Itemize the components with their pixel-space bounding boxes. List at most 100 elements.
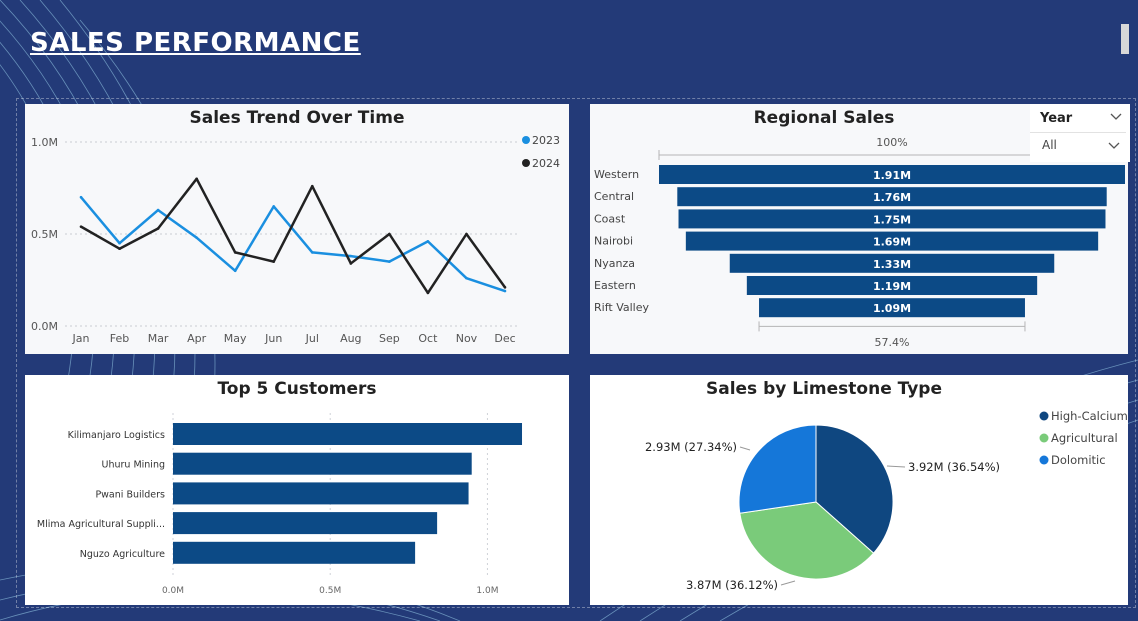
year-slicer-title: Year (1040, 111, 1073, 126)
legend-label: High-Calcium (1051, 409, 1128, 423)
pie-leader-line (780, 580, 796, 586)
funnel-bar-label: 1.75M (873, 213, 911, 226)
customer-bar (173, 423, 523, 445)
funnel-category-label: Western (594, 168, 639, 181)
y-tick-label: 1.0M (31, 136, 58, 149)
legend-marker (1039, 433, 1049, 443)
x-tick-label: Jun (264, 332, 282, 345)
customer-label: Mlima Agricultural Suppli... (37, 519, 165, 530)
legend-marker (1039, 455, 1049, 465)
year-slicer[interactable]: Year All (1030, 104, 1130, 162)
funnel-category-label: Nairobi (594, 235, 633, 248)
pie-leader-line (739, 446, 751, 451)
data-point (503, 286, 507, 289)
customer-bar (173, 541, 416, 564)
data-point (195, 236, 198, 239)
funnel-bottom-label: 57.4% (875, 336, 910, 349)
x-tick-label: Oct (418, 332, 438, 345)
pie-slice-dolomitic (738, 424, 817, 514)
customer-bar (173, 512, 438, 535)
top-customers-panel[interactable]: Top 5 Customers 0.0M 0.5M 1.0M Kilimanjaro … (25, 375, 569, 605)
funnel-bar-label: 1.33M (873, 258, 911, 271)
data-point (349, 254, 353, 258)
data-point (426, 240, 430, 243)
y-tick-label: 0.0M (31, 320, 58, 333)
funnel-category-label: Rift Valley (594, 301, 649, 314)
legend-label: Agricultural (1051, 431, 1118, 445)
legend-marker (522, 159, 530, 167)
sales-trend-panel[interactable]: Sales Trend Over Time 1.0M 0.5M 0.0M Jan Feb… (25, 104, 569, 354)
x-tick-label: 0.0M (162, 586, 184, 596)
customer-label: Pwani Builders (95, 489, 165, 500)
x-tick-label: 1.0M (476, 586, 498, 596)
funnel-top-label: 100% (876, 136, 907, 149)
data-point (349, 262, 353, 265)
x-tick-label: Mar (148, 332, 169, 345)
data-point (388, 260, 391, 263)
customer-label: Kilimanjaro Logistics (68, 430, 165, 441)
data-point (79, 225, 83, 228)
x-tick-label: Jul (305, 332, 319, 345)
data-point (310, 184, 314, 188)
data-point (272, 260, 276, 263)
funnel-category-label: Coast (594, 212, 626, 225)
pie-data-label: 2.93M (27.34%) (645, 440, 737, 454)
customer-bar (173, 452, 472, 475)
data-point (503, 289, 507, 293)
data-point (310, 251, 314, 254)
funnel-category-label: Central (594, 190, 634, 203)
chevron-down-icon[interactable] (1108, 139, 1120, 151)
legend-marker (1039, 411, 1049, 421)
data-point (233, 269, 237, 273)
pie-data-label: 3.92M (36.54%) (908, 460, 1000, 474)
limestone-panel[interactable]: Sales by Limestone Type 3.92M (36.54%) 3.… (590, 375, 1128, 605)
data-point (118, 247, 121, 251)
series-line-2024 (80, 177, 507, 295)
x-tick-label: 0.5M (319, 586, 341, 596)
top-customers-chart: 0.0M 0.5M 1.0M Kilimanjaro Logistics Uhuru M… (37, 413, 523, 596)
funnel-bar-label: 1.69M (873, 236, 911, 249)
x-tick-label: Dec (494, 332, 515, 345)
data-point (195, 177, 198, 181)
funnel-bar-label: 1.76M (873, 191, 911, 204)
x-tick-label: Apr (187, 332, 207, 345)
series-line-2023 (80, 196, 506, 293)
funnel-bar-label: 1.19M (873, 280, 911, 293)
data-point (272, 205, 276, 208)
data-point (233, 251, 237, 254)
dashboard-title: SALES PERFORMANCE (30, 28, 361, 58)
funnel-bar-label: 1.91M (873, 169, 911, 182)
data-point (465, 276, 468, 280)
funnel-category-label: Eastern (594, 279, 636, 292)
data-point (426, 291, 430, 295)
customer-bar (173, 482, 469, 505)
x-tick-label: Nov (456, 332, 478, 345)
y-tick-label: 0.5M (31, 228, 58, 241)
x-tick-label: Sep (379, 332, 400, 345)
data-point (118, 241, 121, 245)
year-dropdown-value: All (1042, 138, 1057, 152)
data-point (388, 232, 391, 236)
legend-label: 2023 (532, 134, 560, 147)
data-point (156, 208, 160, 212)
year-dropdown[interactable]: All (1030, 132, 1126, 157)
sales-trend-chart: 1.0M 0.5M 0.0M Jan Feb Mar Apr May Jun Jul Aug Sep O… (31, 134, 560, 345)
pie-leader-line (886, 465, 906, 468)
data-point (156, 227, 160, 230)
limestone-pie-chart: 3.92M (36.54%) 3.87M (36.12%) 2.93M (27.34… (645, 409, 1128, 592)
scrollbar-handle[interactable] (1121, 24, 1129, 54)
customer-label: Nguzo Agriculture (80, 549, 165, 560)
x-tick-label: Jan (72, 332, 90, 345)
legend-label: Dolomitic (1051, 453, 1106, 467)
legend-label: 2024 (532, 157, 560, 170)
x-tick-label: Feb (110, 332, 129, 345)
data-point (465, 232, 468, 236)
funnel-category-label: Nyanza (594, 257, 635, 270)
funnel-bar-label: 1.09M (873, 302, 911, 315)
chevron-down-icon[interactable] (1110, 110, 1122, 122)
data-point (79, 195, 83, 199)
legend-marker (522, 136, 530, 144)
x-tick-label: Aug (340, 332, 361, 345)
customer-label: Uhuru Mining (102, 460, 166, 471)
x-tick-label: May (224, 332, 247, 345)
